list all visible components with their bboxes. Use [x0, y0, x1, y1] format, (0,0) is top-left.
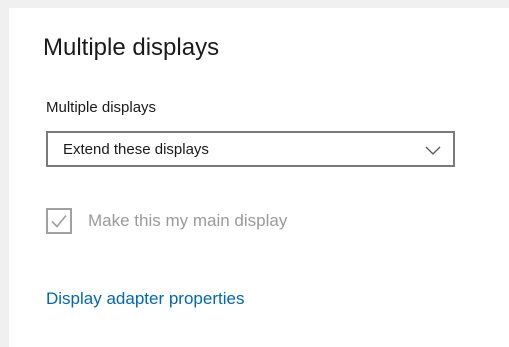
main-display-checkbox[interactable] [46, 208, 72, 234]
section-title: Multiple displays [43, 34, 220, 61]
dropdown-selected-value: Extend these displays [63, 141, 209, 158]
checkmark-icon [51, 214, 67, 228]
multiple-displays-label: Multiple displays [46, 99, 157, 116]
main-display-checkbox-row: Make this my main display [46, 207, 287, 235]
main-display-checkbox-label: Make this my main display [88, 211, 288, 230]
multiple-displays-panel: Multiple displays Multiple displays Exte… [9, 8, 509, 347]
display-adapter-properties-link[interactable]: Display adapter properties [46, 288, 244, 310]
chevron-down-icon [425, 143, 441, 155]
multiple-displays-dropdown[interactable]: Extend these displays [46, 131, 455, 167]
